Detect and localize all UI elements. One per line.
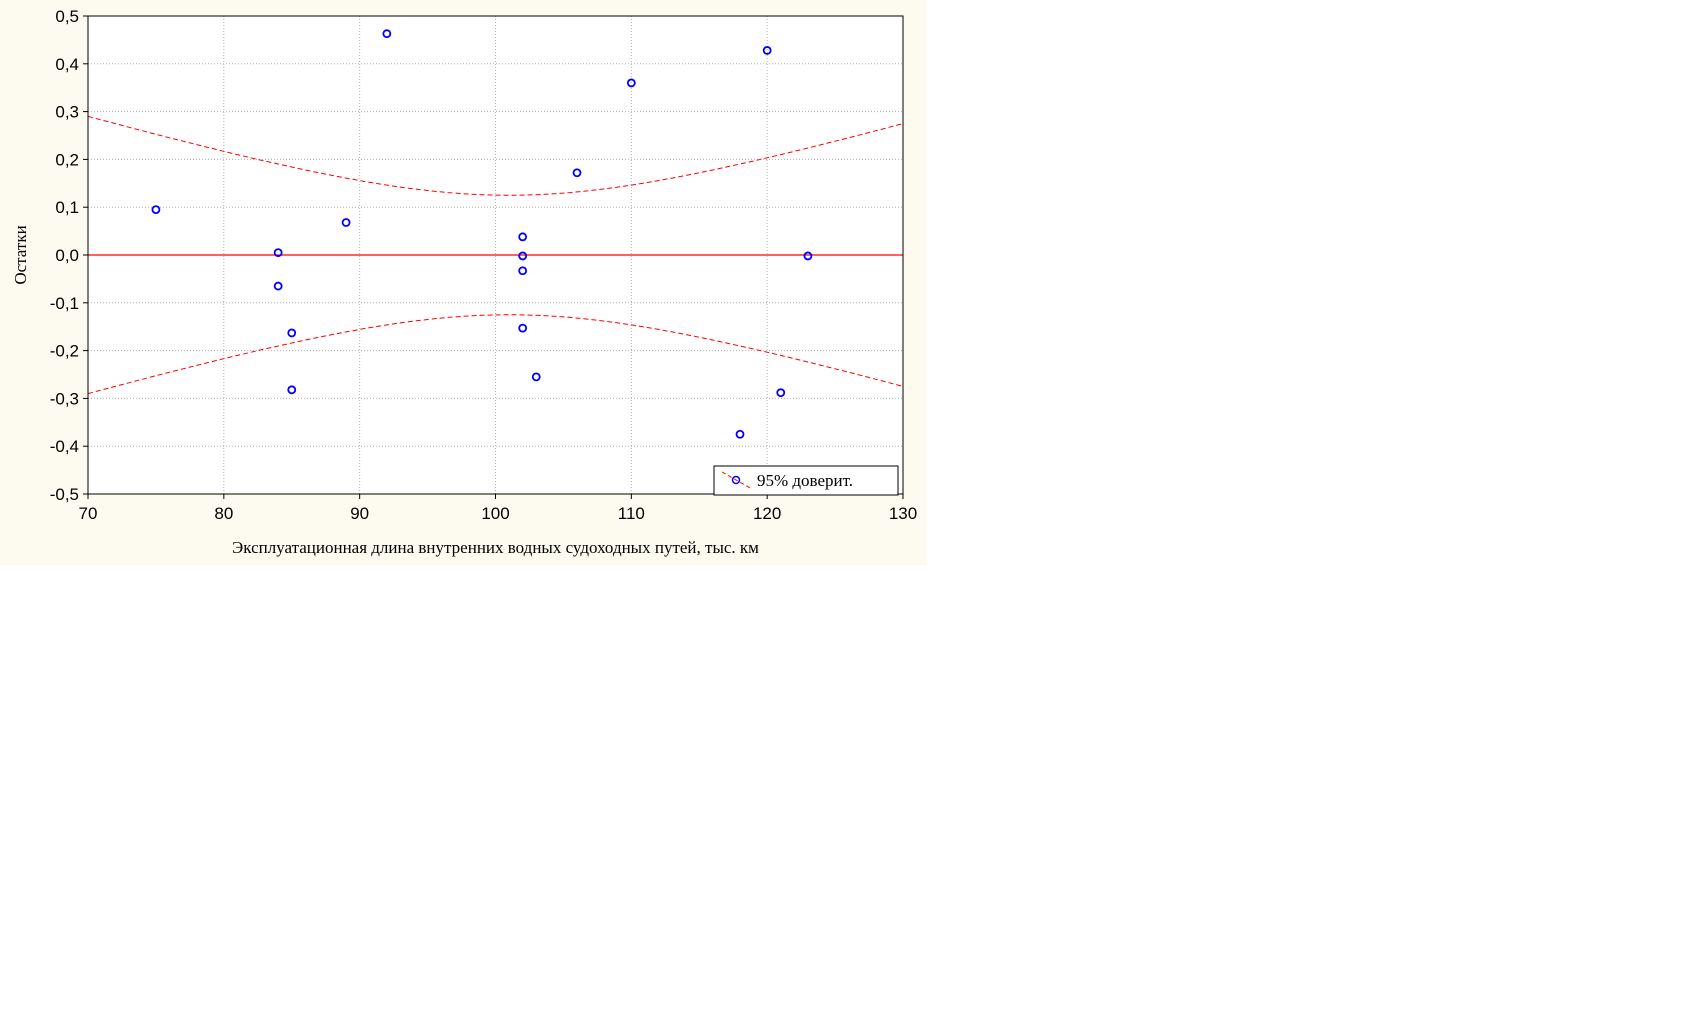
y-tick-label: 0,1 — [55, 198, 79, 217]
x-tick-label: 80 — [214, 504, 233, 523]
x-tick-label: 110 — [618, 504, 645, 523]
y-tick-label: -0,3 — [50, 389, 79, 408]
y-tick-label: -0,1 — [50, 294, 79, 313]
y-tick-label: -0,5 — [50, 485, 79, 504]
x-tick-label: 130 — [889, 504, 917, 523]
x-tick-label: 90 — [350, 504, 369, 523]
legend: 95% доверит. — [713, 465, 899, 496]
x-tick-label: 70 — [79, 504, 98, 523]
y-tick-label: 0,3 — [55, 103, 79, 122]
y-tick-label: 0,2 — [55, 150, 79, 169]
x-axis-ticks: 70 80 90 100 110 120 130 — [79, 494, 917, 523]
y-tick-label: -0,4 — [50, 437, 79, 456]
y-axis-ticks: 0,5 0,4 0,3 0,2 0,1 0,0 -0,1 -0,2 -0,3 -0,4 -0,5 — [50, 7, 88, 504]
y-tick-label: 0,5 — [55, 7, 79, 26]
x-tick-label: 120 — [753, 504, 781, 523]
x-axis-title: Эксплуатационная длина внутренних водных… — [232, 538, 759, 557]
y-tick-label: -0,2 — [50, 342, 79, 361]
y-axis-title: Остатки — [11, 225, 30, 284]
legend-label: 95% доверит. — [757, 471, 853, 490]
residuals-chart: 70 80 90 100 110 120 130 0,5 0,4 0,3 0,2 0,1 0,0 -0,… — [11, 7, 917, 557]
x-tick-label: 100 — [481, 504, 509, 523]
y-tick-label: 0,4 — [55, 55, 79, 74]
y-tick-label: 0,0 — [55, 246, 79, 265]
